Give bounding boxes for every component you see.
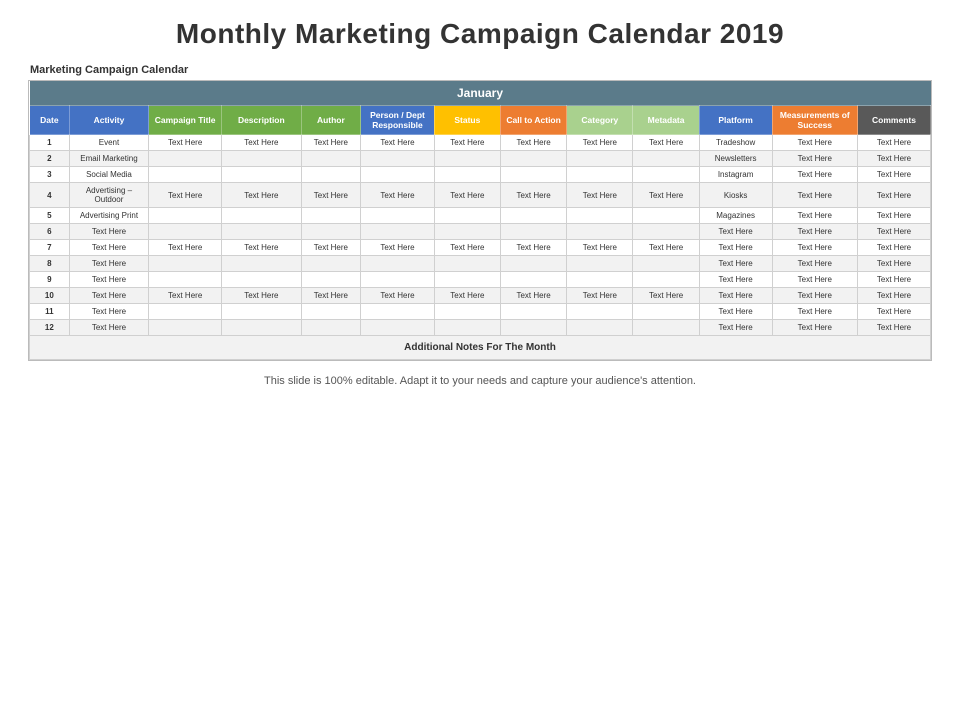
footer-row: Additional Notes For The Month <box>30 336 931 360</box>
table-row: 7Text HereText HereText HereText HereTex… <box>30 240 931 256</box>
column-headers-row: Date Activity Campaign Title Description… <box>30 106 931 135</box>
table-row: 1EventText HereText HereText HereText He… <box>30 135 931 151</box>
month-label: January <box>30 81 931 106</box>
col-header-activity: Activity <box>69 106 148 135</box>
col-header-comments: Comments <box>858 106 931 135</box>
table-row: 10Text HereText HereText HereText HereTe… <box>30 288 931 304</box>
section-label: Marketing Campaign Calendar <box>30 64 188 76</box>
footer-note: Additional Notes For The Month <box>30 336 931 360</box>
table-row: 9Text HereText HereText HereText Here <box>30 272 931 288</box>
table-row: 3Social MediaInstagramText HereText Here <box>30 167 931 183</box>
table-row: 6Text HereText HereText HereText Here <box>30 224 931 240</box>
table-row: 5Advertising PrintMagazinesText HereText… <box>30 208 931 224</box>
col-header-cta: Call to Action <box>500 106 566 135</box>
page-title: Monthly Marketing Campaign Calendar 2019 <box>176 18 784 50</box>
col-header-description: Description <box>222 106 301 135</box>
table-row: 8Text HereText HereText HereText Here <box>30 256 931 272</box>
calendar-table-wrapper: January Date Activity Campaign Title Des… <box>28 80 932 361</box>
col-header-category: Category <box>567 106 633 135</box>
col-header-person: Person / Dept Responsible <box>361 106 435 135</box>
col-header-measurement: Measurements of Success <box>772 106 857 135</box>
month-header-row: January <box>30 81 931 106</box>
col-header-platform: Platform <box>699 106 772 135</box>
table-row: 12Text HereText HereText HereText Here <box>30 320 931 336</box>
calendar-table: January Date Activity Campaign Title Des… <box>29 81 931 360</box>
col-header-author: Author <box>301 106 361 135</box>
bottom-note: This slide is 100% editable. Adapt it to… <box>264 375 696 387</box>
table-row: 2Email MarketingNewslettersText HereText… <box>30 151 931 167</box>
table-row: 4Advertising – OutdoorText HereText Here… <box>30 183 931 208</box>
col-header-campaign: Campaign Title <box>149 106 222 135</box>
col-header-date: Date <box>30 106 70 135</box>
col-header-metadata: Metadata <box>633 106 699 135</box>
table-row: 11Text HereText HereText HereText Here <box>30 304 931 320</box>
col-header-status: Status <box>434 106 500 135</box>
